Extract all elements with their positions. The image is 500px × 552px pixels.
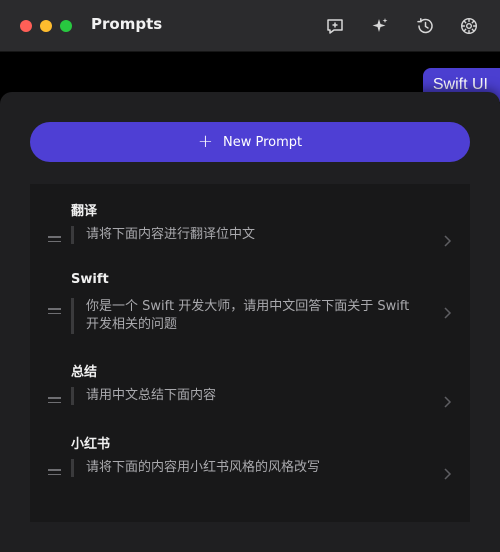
chevron-right-icon	[444, 307, 452, 319]
settings-gear-icon[interactable]	[458, 15, 480, 37]
prompt-item[interactable]: 翻译 请将下面内容进行翻译位中文	[30, 200, 470, 260]
app-window: Prompts Swift UI + New Prompt 翻译 请将下面内容进…	[0, 0, 500, 552]
drag-handle-icon[interactable]	[48, 308, 61, 317]
drag-handle-icon[interactable]	[48, 397, 61, 406]
plus-icon: +	[197, 131, 213, 152]
prompt-list: 翻译 请将下面内容进行翻译位中文 Swift 你是一个 Swift 开发大师，请…	[30, 184, 470, 522]
prompt-item-title: 小红书	[71, 437, 111, 452]
prompt-item-content: 请将下面的内容用小红书风格的风格改写	[71, 459, 406, 477]
prompt-item-title: 总结	[71, 365, 98, 380]
zoom-window-button[interactable]	[60, 20, 72, 32]
minimize-window-button[interactable]	[40, 20, 52, 32]
new-prompt-label: New Prompt	[222, 134, 303, 150]
prompt-item-content: 你是一个 Swift 开发大师，请用中文回答下面关于 Swift 开发相关的问题	[71, 298, 426, 334]
history-icon[interactable]	[414, 15, 436, 37]
prompt-item[interactable]: 小红书 请将下面的内容用小红书风格的风格改写	[30, 433, 470, 493]
new-chat-icon[interactable]	[324, 15, 346, 37]
prompt-item-title: 翻译	[71, 204, 98, 219]
prompt-item[interactable]: Swift 你是一个 Swift 开发大师，请用中文回答下面关于 Swift 开…	[30, 272, 470, 352]
drag-handle-icon[interactable]	[48, 469, 61, 478]
drag-handle-icon[interactable]	[48, 236, 61, 245]
prompt-item-content: 请用中文总结下面内容	[71, 387, 406, 405]
prompt-item[interactable]: 总结 请用中文总结下面内容	[30, 361, 470, 421]
prompt-item-content: 请将下面内容进行翻译位中文	[71, 226, 406, 244]
chevron-right-icon	[444, 396, 452, 408]
sparkles-icon[interactable]	[369, 15, 391, 37]
new-prompt-button[interactable]: + New Prompt	[30, 122, 470, 162]
prompts-panel: + New Prompt 翻译 请将下面内容进行翻译位中文 Swift 你是一个…	[0, 92, 500, 552]
chevron-right-icon	[444, 235, 452, 247]
title-bar: Prompts	[0, 0, 500, 52]
window-title: Prompts	[91, 15, 163, 33]
prompt-item-title: Swift	[71, 272, 109, 287]
close-window-button[interactable]	[20, 20, 32, 32]
chevron-right-icon	[444, 468, 452, 480]
